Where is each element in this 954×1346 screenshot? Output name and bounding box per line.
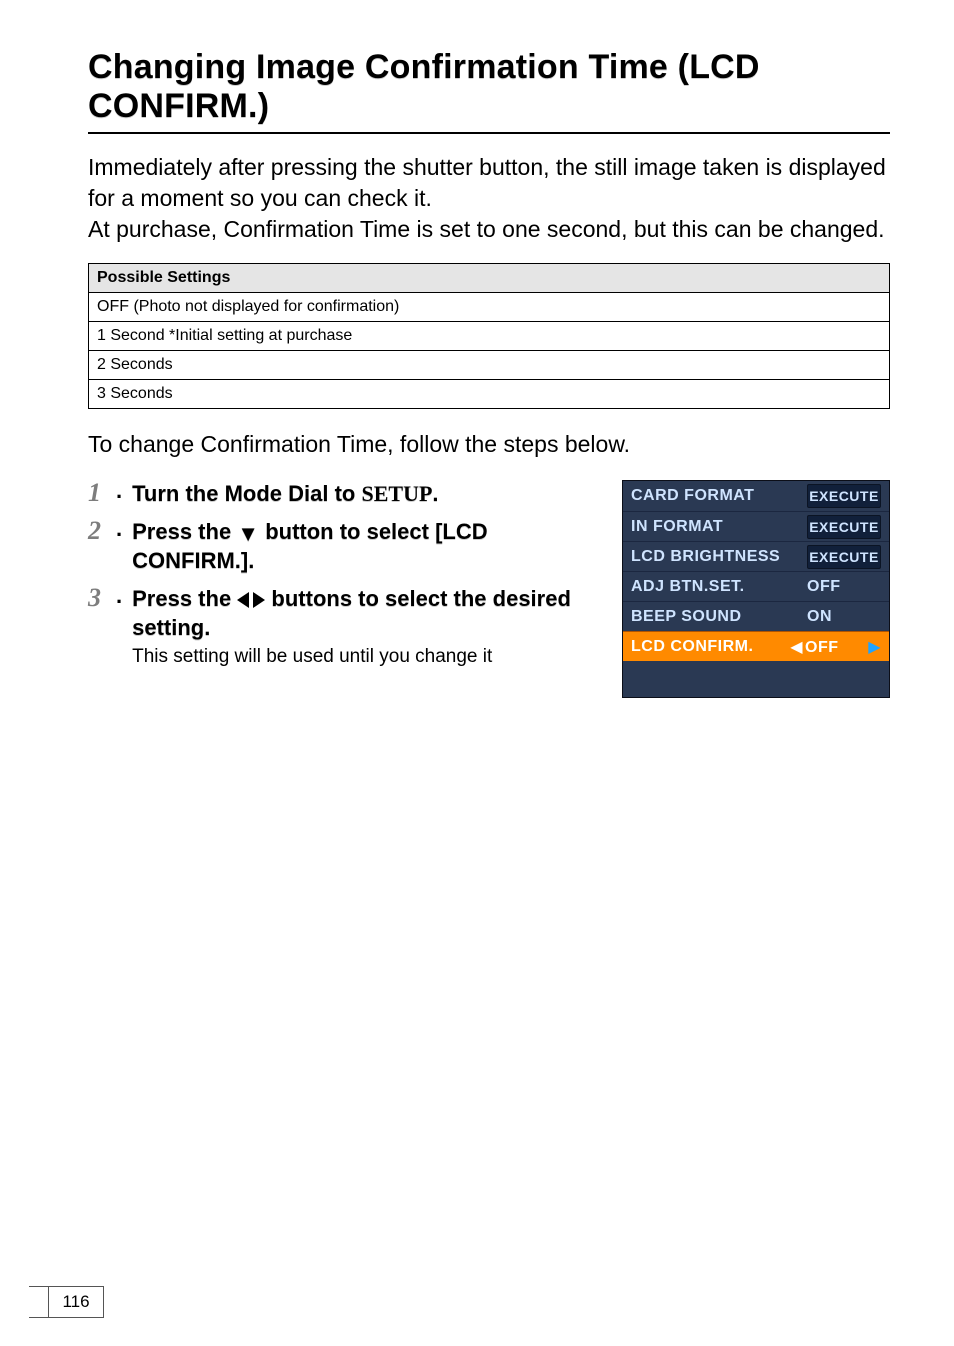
page-title: Changing Image Confirmation Time (LCD CO…: [88, 48, 890, 126]
menu-row: LCD BRIGHTNESSEXECUTE: [623, 541, 889, 571]
menu-row: CARD FORMATEXECUTE: [623, 481, 889, 511]
settings-row: 2 Seconds: [89, 351, 890, 380]
menu-row: BEEP SOUNDON: [623, 601, 889, 631]
settings-row: 3 Seconds: [89, 380, 890, 409]
step-number: 1: [88, 480, 114, 506]
steps-area: 1. Turn the Mode Dial to SETUP. 2. Press…: [88, 480, 890, 698]
intro-paragraph: Immediately after pressing the shutter b…: [88, 152, 890, 245]
lcd-menu-screenshot: CARD FORMATEXECUTE IN FORMATEXECUTE LCD …: [622, 480, 890, 698]
step-lead: Press the buttons to select the desired …: [132, 586, 571, 641]
setup-word: SETUP: [361, 481, 432, 506]
step-number: 3: [88, 585, 114, 611]
step-lead: Turn the Mode Dial to SETUP.: [132, 481, 438, 506]
settings-header: Possible Settings: [89, 264, 890, 293]
page-number: 116: [48, 1286, 104, 1318]
menu-row: IN FORMATEXECUTE: [623, 511, 889, 541]
page: Changing Image Confirmation Time (LCD CO…: [0, 0, 954, 1346]
triangle-down-icon: ▼: [237, 520, 259, 548]
step-1: 1. Turn the Mode Dial to SETUP.: [88, 480, 608, 508]
step-lead: Press the ▼ button to select [LCD CONFIR…: [132, 519, 488, 574]
menu-row-selected: LCD CONFIRM.OFF: [623, 631, 889, 661]
settings-table: Possible Settings OFF (Photo not display…: [88, 263, 890, 409]
step-subtext: This setting will be used until you chan…: [132, 646, 608, 668]
settings-row: OFF (Photo not displayed for confirmatio…: [89, 293, 890, 322]
step-3: 3. Press the buttons to select the desir…: [88, 585, 608, 668]
triangle-left-right-icon: [237, 587, 265, 615]
steps-list: 1. Turn the Mode Dial to SETUP. 2. Press…: [88, 480, 608, 698]
settings-row: 1 Second *Initial setting at purchase: [89, 322, 890, 351]
title-rule: [88, 132, 890, 134]
follow-text: To change Confirmation Time, follow the …: [88, 431, 890, 458]
step-2: 2. Press the ▼ button to select [LCD CON…: [88, 518, 608, 575]
menu-row: ADJ BTN.SET.OFF: [623, 571, 889, 601]
step-number: 2: [88, 518, 114, 544]
